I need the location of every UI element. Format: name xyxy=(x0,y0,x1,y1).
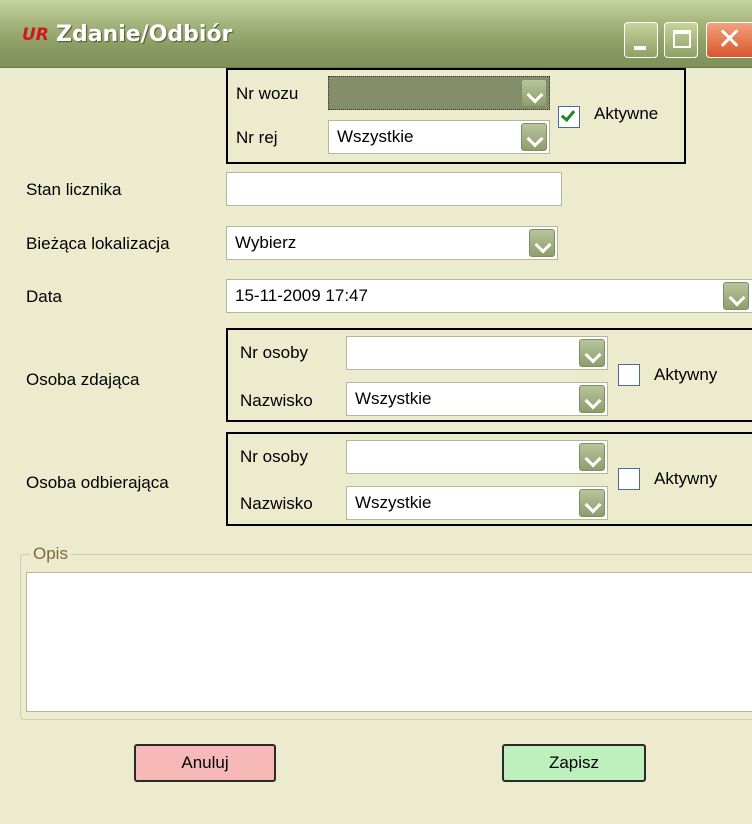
nr-wozu-label: Nr wozu xyxy=(236,84,299,103)
close-button[interactable]: ✕ xyxy=(706,22,752,58)
aktywne-checkbox[interactable] xyxy=(558,106,580,128)
odbierajaca-aktywny-label: Aktywny xyxy=(654,469,718,488)
minimize-button[interactable] xyxy=(624,22,658,58)
osoba-odbierajaca-label: Osoba odbierająca xyxy=(26,473,169,492)
app-logo-icon[interactable]: UR xyxy=(22,24,49,46)
odbierajaca-nazwisko-label: Nazwisko xyxy=(240,494,313,513)
opis-textarea[interactable] xyxy=(26,572,752,712)
chevron-down-icon[interactable] xyxy=(579,443,605,471)
maximize-icon xyxy=(673,30,691,48)
odbierajaca-nr-osoby-select[interactable] xyxy=(346,440,608,474)
close-icon: ✕ xyxy=(717,22,743,57)
nr-wozu-select[interactable] xyxy=(328,76,550,110)
stan-licznika-label: Stan licznika xyxy=(26,180,122,199)
zdajaca-aktywny-checkbox[interactable] xyxy=(618,364,640,386)
odbierajaca-aktywny-checkbox[interactable] xyxy=(618,468,640,490)
save-button[interactable]: Zapisz xyxy=(502,744,646,782)
odbierajaca-nazwisko-select[interactable]: Wszystkie xyxy=(346,486,608,520)
minimize-icon xyxy=(634,46,646,50)
nr-rej-label: Nr rej xyxy=(236,128,278,147)
data-datepicker[interactable]: 15-11-2009 17:47 xyxy=(226,279,752,313)
aktywne-label: Aktywne xyxy=(594,104,659,123)
zdajaca-nr-osoby-label: Nr osoby xyxy=(240,343,309,362)
chevron-down-icon[interactable] xyxy=(579,339,605,367)
nr-rej-select[interactable]: Wszystkie xyxy=(328,120,550,154)
chevron-down-icon[interactable] xyxy=(579,489,605,517)
maximize-button[interactable] xyxy=(664,22,698,58)
lokalizacja-value: Wybierz xyxy=(235,233,297,252)
data-value: 15-11-2009 17:47 xyxy=(235,286,368,305)
title-bar[interactable]: UR Zdanie/Odbiór ✕ xyxy=(0,0,752,68)
cancel-button[interactable]: Anuluj xyxy=(134,744,276,782)
nr-rej-value: Wszystkie xyxy=(337,127,414,146)
window-title: Zdanie/Odbiór xyxy=(56,22,233,47)
chevron-down-icon[interactable] xyxy=(521,123,547,151)
checkmark-icon xyxy=(560,106,576,123)
chevron-down-icon[interactable] xyxy=(723,282,749,310)
opis-legend: Opis xyxy=(30,544,71,564)
lokalizacja-select[interactable]: Wybierz xyxy=(226,226,558,260)
osoba-zdajaca-label: Osoba zdająca xyxy=(26,370,140,389)
chevron-down-icon[interactable] xyxy=(521,79,547,107)
odbierajaca-nazwisko-value: Wszystkie xyxy=(355,493,432,512)
zdajaca-nazwisko-label: Nazwisko xyxy=(240,391,313,410)
zdajaca-nazwisko-value: Wszystkie xyxy=(355,389,432,408)
zdajaca-nazwisko-select[interactable]: Wszystkie xyxy=(346,382,608,416)
chevron-down-icon[interactable] xyxy=(529,229,555,257)
chevron-down-icon[interactable] xyxy=(579,385,605,413)
zdajaca-aktywny-label: Aktywny xyxy=(654,365,718,384)
odbierajaca-nr-osoby-label: Nr osoby xyxy=(240,447,309,466)
lokalizacja-label: Bieżąca lokalizacja xyxy=(26,234,170,253)
zdajaca-nr-osoby-select[interactable] xyxy=(346,336,608,370)
stan-licznika-input[interactable] xyxy=(226,172,562,206)
data-label: Data xyxy=(26,287,62,306)
